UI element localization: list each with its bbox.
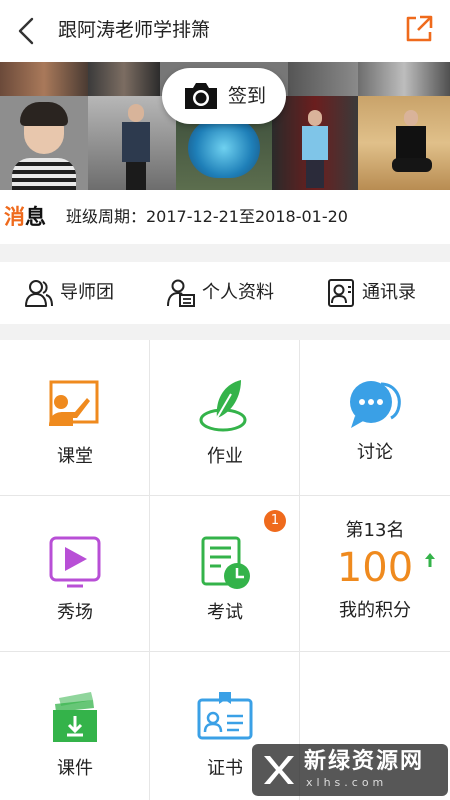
classroom-icon [49, 380, 99, 426]
mentor-group-icon [25, 280, 53, 307]
profile-card-icon [167, 279, 195, 307]
grid-item-exam[interactable]: 1 考试 [150, 496, 300, 652]
watermark-name: 新绿资源网 [304, 749, 425, 774]
tab-mentor-group[interactable]: 导师团 [24, 262, 154, 324]
photo-portrait-woman [0, 96, 88, 190]
grid-item-my-points[interactable]: 第13名 100 我的积分 [300, 496, 450, 652]
arrow-up-icon [425, 553, 435, 567]
photo-tile [0, 62, 88, 96]
message-logo: 消息 [4, 205, 46, 229]
grid-item-exam-label: 考试 [207, 602, 243, 623]
photo-woman-door [272, 96, 358, 190]
watermark-icon [264, 756, 294, 784]
exam-notification-badge: 1 [264, 510, 286, 532]
tab-profile-label: 个人资料 [202, 282, 274, 303]
points-rank: 第13名 [345, 520, 405, 541]
class-period-text: 班级周期：2017-12-21至2018-01-20 [66, 207, 348, 226]
download-box-icon [53, 692, 97, 742]
photo-tile [88, 62, 160, 96]
class-photo-banner: 签到 [0, 62, 450, 190]
photo-woman-leaves [358, 96, 450, 190]
share-external-icon[interactable] [402, 12, 436, 46]
contacts-icon [328, 279, 354, 307]
watermark-logo: 新绿资源网 xlhs.com [252, 744, 448, 796]
exam-clock-icon [201, 536, 250, 589]
grid-item-homework[interactable]: 作业 [150, 340, 300, 496]
photo-tile [358, 62, 450, 96]
top-bar: 跟阿涛老师学排箫 [0, 0, 450, 62]
grid-item-showcase-label: 秀场 [57, 602, 93, 623]
tab-contacts-label: 通讯录 [362, 282, 416, 303]
grid-item-courseware-label: 课件 [57, 758, 93, 779]
quick-links-row: 导师团 个人资料 通讯录 [0, 262, 450, 324]
back-chevron-icon[interactable] [10, 14, 44, 48]
checkin-button[interactable]: 签到 [162, 68, 286, 124]
grid-item-classroom-label: 课堂 [57, 446, 93, 467]
grid-item-courseware[interactable]: 课件 [0, 652, 150, 800]
message-bar[interactable]: 消息 班级周期：2017-12-21至2018-01-20 [0, 190, 450, 244]
feather-pen-icon [199, 380, 247, 432]
points-label: 我的积分 [339, 600, 411, 621]
photo-man-standing [88, 96, 176, 190]
grid-item-classroom[interactable]: 课堂 [0, 340, 150, 496]
play-icon [49, 536, 101, 588]
certificate-icon [197, 692, 253, 740]
grid-item-discussion-label: 讨论 [357, 442, 393, 463]
tab-contacts[interactable]: 通讯录 [326, 262, 446, 324]
watermark-url: xlhs.com [306, 776, 388, 789]
chat-bubble-icon [350, 381, 401, 428]
tab-mentor-group-label: 导师团 [60, 282, 114, 303]
camera-icon [185, 83, 217, 109]
grid-item-showcase[interactable]: 秀场 [0, 496, 150, 652]
grid-item-discussion[interactable]: 讨论 [300, 340, 450, 496]
photo-tile [288, 62, 358, 96]
page-title: 跟阿涛老师学排箫 [58, 19, 211, 41]
checkin-label: 签到 [228, 85, 267, 107]
grid-item-homework-label: 作业 [207, 446, 243, 467]
feature-grid: 课堂 作业 讨论 秀场 1 考试 第13名 100 我的积分 课件 证书 [0, 340, 450, 800]
tab-profile[interactable]: 个人资料 [166, 262, 296, 324]
